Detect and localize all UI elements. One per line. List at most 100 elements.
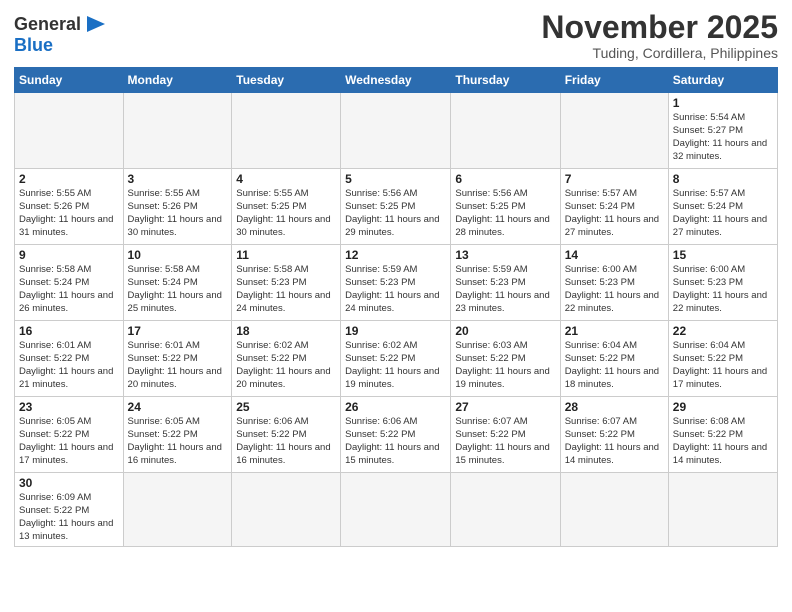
day-info: Sunrise: 6:06 AM Sunset: 5:22 PM Dayligh… bbox=[236, 416, 336, 467]
table-row: 20 Sunrise: 6:03 AM Sunset: 5:22 PM Dayli… bbox=[451, 321, 560, 397]
day-number: 1 bbox=[673, 96, 773, 110]
table-row: 29 Sunrise: 6:08 AM Sunset: 5:22 PM Dayli… bbox=[668, 397, 777, 473]
day-number: 26 bbox=[345, 400, 446, 414]
logo-icon bbox=[83, 14, 109, 34]
day-number: 21 bbox=[565, 324, 664, 338]
day-number: 8 bbox=[673, 172, 773, 186]
table-row: 30 Sunrise: 6:09 AM Sunset: 5:22 PM Dayli… bbox=[15, 473, 124, 547]
page: General Blue November 2025 Tuding, Cordi… bbox=[0, 0, 792, 557]
day-info: Sunrise: 6:07 AM Sunset: 5:22 PM Dayligh… bbox=[565, 416, 664, 467]
day-number: 28 bbox=[565, 400, 664, 414]
calendar: Sunday Monday Tuesday Wednesday Thursday… bbox=[14, 67, 778, 547]
table-row: 3Sunrise: 5:55 AM Sunset: 5:26 PM Daylig… bbox=[123, 169, 232, 245]
table-row: 7 Sunrise: 5:57 AM Sunset: 5:24 PM Daylig… bbox=[560, 169, 668, 245]
day-info: Sunrise: 5:56 AM Sunset: 5:25 PM Dayligh… bbox=[345, 188, 446, 239]
table-row: 26Sunrise: 6:06 AM Sunset: 5:22 PM Dayli… bbox=[341, 397, 451, 473]
col-saturday: Saturday bbox=[668, 68, 777, 93]
table-row: 25 Sunrise: 6:06 AM Sunset: 5:22 PM Dayli… bbox=[232, 397, 341, 473]
day-info: Sunrise: 6:04 AM Sunset: 5:22 PM Dayligh… bbox=[565, 340, 664, 391]
table-row bbox=[123, 473, 232, 547]
day-info: Sunrise: 6:07 AM Sunset: 5:22 PM Dayligh… bbox=[455, 416, 555, 467]
day-number: 11 bbox=[236, 248, 336, 262]
table-row bbox=[123, 93, 232, 169]
col-friday: Friday bbox=[560, 68, 668, 93]
day-info: Sunrise: 6:02 AM Sunset: 5:22 PM Dayligh… bbox=[345, 340, 446, 391]
day-info: Sunrise: 5:58 AM Sunset: 5:23 PM Dayligh… bbox=[236, 264, 336, 315]
day-number: 23 bbox=[19, 400, 119, 414]
table-row bbox=[451, 93, 560, 169]
table-row: 18 Sunrise: 6:02 AM Sunset: 5:22 PM Dayli… bbox=[232, 321, 341, 397]
table-row bbox=[560, 93, 668, 169]
day-number: 20 bbox=[455, 324, 555, 338]
day-number: 30 bbox=[19, 476, 119, 490]
day-info: Sunrise: 5:57 AM Sunset: 5:24 PM Dayligh… bbox=[565, 188, 664, 239]
day-info: Sunrise: 6:00 AM Sunset: 5:23 PM Dayligh… bbox=[673, 264, 773, 315]
day-info: Sunrise: 6:00 AM Sunset: 5:23 PM Dayligh… bbox=[565, 264, 664, 315]
table-row: 19 Sunrise: 6:02 AM Sunset: 5:22 PM Dayli… bbox=[341, 321, 451, 397]
table-row: 17Sunrise: 6:01 AM Sunset: 5:22 PM Dayli… bbox=[123, 321, 232, 397]
day-info: Sunrise: 5:58 AM Sunset: 5:24 PM Dayligh… bbox=[19, 264, 119, 315]
day-info: Sunrise: 5:59 AM Sunset: 5:23 PM Dayligh… bbox=[345, 264, 446, 315]
day-number: 14 bbox=[565, 248, 664, 262]
table-row bbox=[668, 473, 777, 547]
table-row: 14 Sunrise: 6:00 AM Sunset: 5:23 PM Dayli… bbox=[560, 245, 668, 321]
day-number: 29 bbox=[673, 400, 773, 414]
table-row: 11 Sunrise: 5:58 AM Sunset: 5:23 PM Dayli… bbox=[232, 245, 341, 321]
table-row: 15 Sunrise: 6:00 AM Sunset: 5:23 PM Dayli… bbox=[668, 245, 777, 321]
day-info: Sunrise: 5:59 AM Sunset: 5:23 PM Dayligh… bbox=[455, 264, 555, 315]
day-info: Sunrise: 6:04 AM Sunset: 5:22 PM Dayligh… bbox=[673, 340, 773, 391]
table-row: 5Sunrise: 5:56 AM Sunset: 5:25 PM Daylig… bbox=[341, 169, 451, 245]
day-info: Sunrise: 6:02 AM Sunset: 5:22 PM Dayligh… bbox=[236, 340, 336, 391]
day-number: 24 bbox=[128, 400, 228, 414]
col-tuesday: Tuesday bbox=[232, 68, 341, 93]
logo-general: General bbox=[14, 15, 81, 35]
table-row: 13 Sunrise: 5:59 AM Sunset: 5:23 PM Dayli… bbox=[451, 245, 560, 321]
day-number: 13 bbox=[455, 248, 555, 262]
table-row: 16Sunrise: 6:01 AM Sunset: 5:22 PM Dayli… bbox=[15, 321, 124, 397]
col-monday: Monday bbox=[123, 68, 232, 93]
day-number: 9 bbox=[19, 248, 119, 262]
col-wednesday: Wednesday bbox=[341, 68, 451, 93]
day-info: Sunrise: 6:03 AM Sunset: 5:22 PM Dayligh… bbox=[455, 340, 555, 391]
logo-area: General Blue bbox=[14, 10, 109, 56]
day-info: Sunrise: 6:01 AM Sunset: 5:22 PM Dayligh… bbox=[128, 340, 228, 391]
day-info: Sunrise: 5:54 AM Sunset: 5:27 PM Dayligh… bbox=[673, 112, 773, 163]
table-row: 22 Sunrise: 6:04 AM Sunset: 5:22 PM Dayli… bbox=[668, 321, 777, 397]
day-number: 15 bbox=[673, 248, 773, 262]
title-area: November 2025 Tuding, Cordillera, Philip… bbox=[541, 10, 778, 61]
col-sunday: Sunday bbox=[15, 68, 124, 93]
day-number: 3 bbox=[128, 172, 228, 186]
day-number: 18 bbox=[236, 324, 336, 338]
day-info: Sunrise: 6:05 AM Sunset: 5:22 PM Dayligh… bbox=[128, 416, 228, 467]
day-number: 19 bbox=[345, 324, 446, 338]
day-info: Sunrise: 5:55 AM Sunset: 5:25 PM Dayligh… bbox=[236, 188, 336, 239]
table-row bbox=[15, 93, 124, 169]
table-row bbox=[341, 473, 451, 547]
table-row: 28 Sunrise: 6:07 AM Sunset: 5:22 PM Dayli… bbox=[560, 397, 668, 473]
day-number: 4 bbox=[236, 172, 336, 186]
table-row: 24 Sunrise: 6:05 AM Sunset: 5:22 PM Dayli… bbox=[123, 397, 232, 473]
day-info: Sunrise: 6:01 AM Sunset: 5:22 PM Dayligh… bbox=[19, 340, 119, 391]
table-row bbox=[232, 93, 341, 169]
table-row: 9 Sunrise: 5:58 AM Sunset: 5:24 PM Daylig… bbox=[15, 245, 124, 321]
col-thursday: Thursday bbox=[451, 68, 560, 93]
day-number: 22 bbox=[673, 324, 773, 338]
day-info: Sunrise: 6:09 AM Sunset: 5:22 PM Dayligh… bbox=[19, 492, 119, 543]
table-row: 10Sunrise: 5:58 AM Sunset: 5:24 PM Dayli… bbox=[123, 245, 232, 321]
day-info: Sunrise: 5:57 AM Sunset: 5:24 PM Dayligh… bbox=[673, 188, 773, 239]
logo-blue: Blue bbox=[14, 36, 53, 56]
month-title: November 2025 bbox=[541, 10, 778, 45]
day-info: Sunrise: 6:05 AM Sunset: 5:22 PM Dayligh… bbox=[19, 416, 119, 467]
day-info: Sunrise: 6:08 AM Sunset: 5:22 PM Dayligh… bbox=[673, 416, 773, 467]
calendar-header-row: Sunday Monday Tuesday Wednesday Thursday… bbox=[15, 68, 778, 93]
table-row bbox=[341, 93, 451, 169]
day-info: Sunrise: 5:55 AM Sunset: 5:26 PM Dayligh… bbox=[19, 188, 119, 239]
day-number: 12 bbox=[345, 248, 446, 262]
day-number: 7 bbox=[565, 172, 664, 186]
header: General Blue November 2025 Tuding, Cordi… bbox=[14, 10, 778, 61]
day-number: 25 bbox=[236, 400, 336, 414]
table-row: 23 Sunrise: 6:05 AM Sunset: 5:22 PM Dayli… bbox=[15, 397, 124, 473]
table-row: 27Sunrise: 6:07 AM Sunset: 5:22 PM Dayli… bbox=[451, 397, 560, 473]
table-row: 6Sunrise: 5:56 AM Sunset: 5:25 PM Daylig… bbox=[451, 169, 560, 245]
day-info: Sunrise: 5:58 AM Sunset: 5:24 PM Dayligh… bbox=[128, 264, 228, 315]
